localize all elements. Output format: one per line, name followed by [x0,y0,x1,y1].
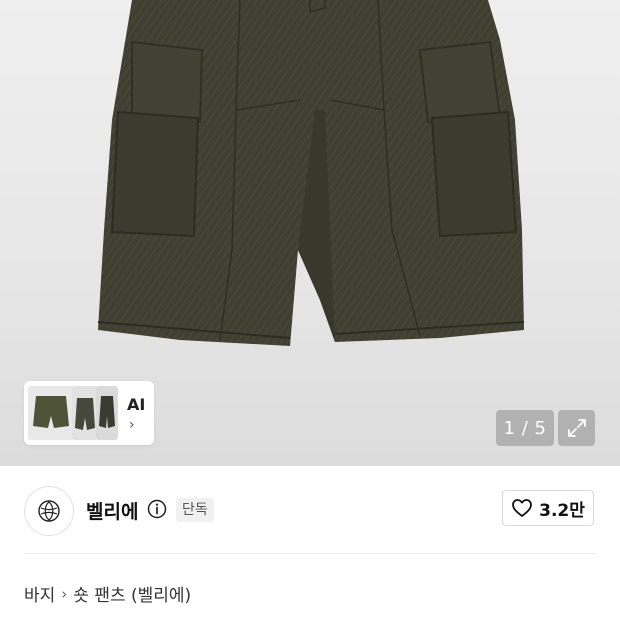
exclusive-badge: 단독 [176,498,214,522]
like-count: 3.2만 [539,500,585,521]
product-gallery[interactable]: AI › 1 / 5 [0,0,620,466]
expand-button[interactable] [558,410,595,446]
info-icon[interactable] [147,499,167,519]
breadcrumb-subcategory[interactable]: 숏 팬츠 (벨리에) [73,581,191,606]
thumbnail-3[interactable] [96,386,118,440]
divider [24,553,596,554]
thumbnail-2[interactable] [72,386,98,440]
ai-label[interactable]: AI [127,395,145,414]
brand-name[interactable]: 벨리에 [86,497,138,524]
image-counter: 1 / 5 [496,410,554,446]
brand-row: 벨리에 단독 3.2만 [0,466,620,554]
brand-logo[interactable] [24,486,74,536]
expand-icon [567,419,586,437]
breadcrumb-category[interactable]: 바지 [24,581,55,606]
heart-icon [512,499,533,517]
chevron-right-icon: › [61,584,68,603]
brand-logo-icon [38,500,60,522]
like-button[interactable]: 3.2만 [502,490,594,526]
ai-thumbnail-strip[interactable]: AI › [24,381,154,445]
chevron-right-icon[interactable]: › [129,417,135,433]
breadcrumb: 바지 › 숏 팬츠 (벨리에) [24,581,191,607]
thumbnail-1[interactable] [28,386,74,440]
